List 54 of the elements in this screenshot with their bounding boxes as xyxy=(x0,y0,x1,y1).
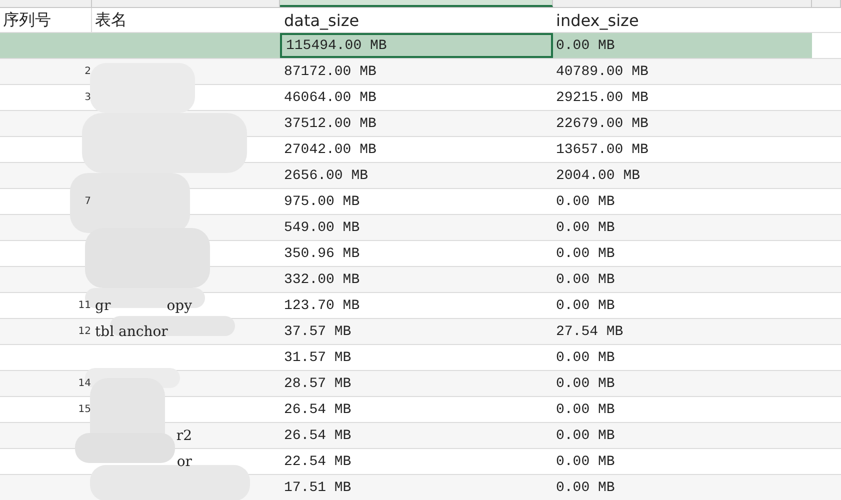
table-cell: 13657.00 MB xyxy=(556,142,648,158)
table-cell: 2004.00 MB xyxy=(556,168,640,184)
selected-row[interactable]: 115494.00 MB 0.00 MB xyxy=(0,33,841,59)
table-cell: 2656.00 MB xyxy=(284,168,368,184)
table-cell: 0.00 MB xyxy=(556,38,615,54)
table-cell: 0.00 MB xyxy=(556,350,615,366)
table-cell: r2 xyxy=(176,428,192,444)
table-cell: 0.00 MB xyxy=(556,246,615,262)
table-cell: tbl anchor xyxy=(95,324,168,340)
table-cell: 87172.00 MB xyxy=(284,64,376,80)
column-header: index_size xyxy=(556,10,639,30)
table-cell: 0.00 MB xyxy=(556,376,615,392)
table-cell: 46064.00 MB xyxy=(284,90,376,106)
table-cell: 0.00 MB xyxy=(556,220,615,236)
table-cell: 37512.00 MB xyxy=(284,116,376,132)
table-cell: 26.54 MB xyxy=(284,428,352,444)
table-cell: 0.00 MB xyxy=(556,298,615,314)
column-header: data_size xyxy=(284,10,360,30)
table-cell: or xyxy=(176,454,192,470)
table-cell: 332.00 MB xyxy=(284,272,360,288)
table-cell: 31.57 MB xyxy=(284,350,352,366)
row-number: 2 xyxy=(84,66,91,77)
table-cell: 17.51 MB xyxy=(284,480,352,496)
column-header: 表名 xyxy=(95,10,127,30)
table-cell: 0.00 MB xyxy=(556,480,615,496)
row-number: 3 xyxy=(84,92,91,103)
row-number: 15 xyxy=(78,404,91,415)
table-cell: 0.00 MB xyxy=(556,272,615,288)
table-cell: 26.54 MB xyxy=(284,402,352,418)
table-cell: opy xyxy=(166,298,192,314)
row-number: 7 xyxy=(84,196,91,207)
table-cell: 27042.00 MB xyxy=(284,142,376,158)
table-cell: 975.00 MB xyxy=(284,194,360,210)
table-cell: 29215.00 MB xyxy=(556,90,648,106)
row-number: 14 xyxy=(78,378,91,389)
table-cell: gr xyxy=(95,298,111,314)
table-cell: 27.54 MB xyxy=(556,324,624,340)
column-header: 序列号 xyxy=(3,10,51,30)
row-number: 11 xyxy=(78,300,91,311)
table-cell: 22.54 MB xyxy=(284,454,352,470)
table-cell: 0.00 MB xyxy=(556,454,615,470)
table-cell: 115494.00 MB xyxy=(286,38,387,54)
row-number: 12 xyxy=(78,326,91,337)
table-cell: 123.70 MB xyxy=(284,298,360,314)
table-cell: 0.00 MB xyxy=(556,428,615,444)
table-cell: 40789.00 MB xyxy=(556,64,648,80)
table-cell: 0.00 MB xyxy=(556,402,615,418)
table-cell: 37.57 MB xyxy=(284,324,352,340)
table-cell: 350.96 MB xyxy=(284,246,360,262)
column-letter-header[interactable] xyxy=(280,0,553,7)
table-cell: 28.57 MB xyxy=(284,376,352,392)
table-cell: 549.00 MB xyxy=(284,220,360,236)
table-cell: 22679.00 MB xyxy=(556,116,648,132)
table-cell: 0.00 MB xyxy=(556,194,615,210)
